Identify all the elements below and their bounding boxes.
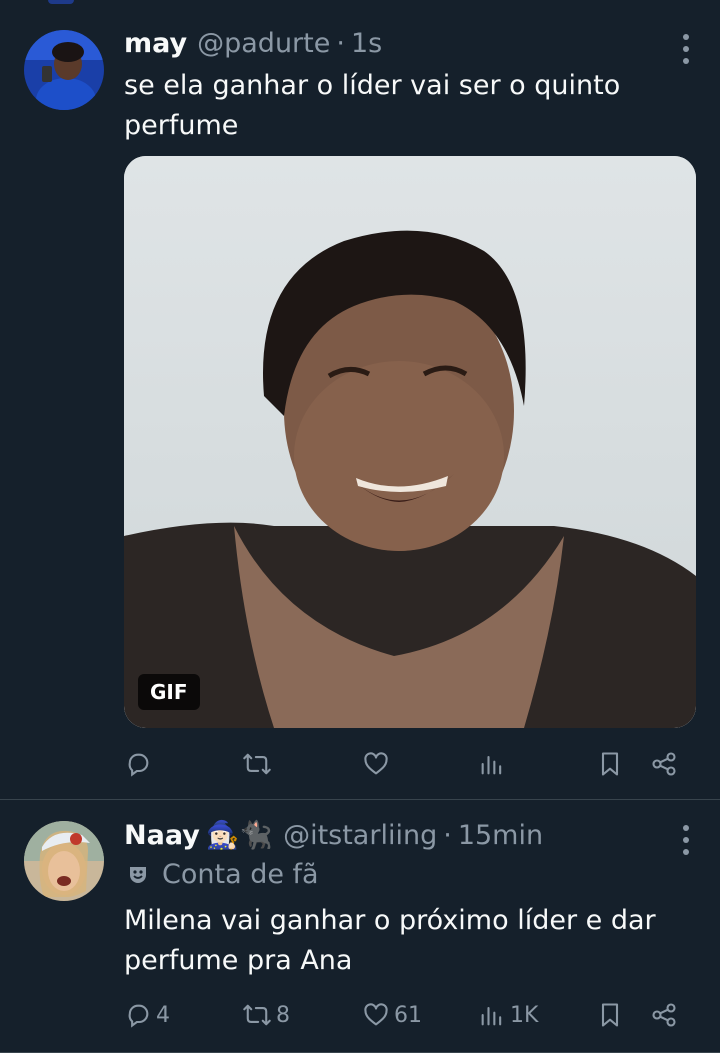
bookmark-button[interactable] <box>596 995 624 1035</box>
share-icon <box>652 1003 676 1027</box>
gif-badge: GIF <box>138 674 200 710</box>
tweet-actions: 4 8 61 1K <box>124 995 684 1035</box>
views-icon <box>481 1006 502 1026</box>
more-options-icon[interactable] <box>682 34 690 64</box>
reply-icon <box>128 1004 149 1028</box>
retweet-button[interactable] <box>242 744 276 784</box>
retweet-button[interactable]: 8 <box>242 995 290 1035</box>
bookmark-button[interactable] <box>596 744 624 784</box>
name-emojis: 🧙🏻‍♀️🐈‍⬛ <box>205 820 274 851</box>
views-button[interactable]: 1K <box>478 995 538 1035</box>
timestamp[interactable]: 1s <box>351 28 382 59</box>
heart-icon <box>364 1003 388 1026</box>
tweet-text: Milena vai ganhar o próximo líder e dar … <box>124 905 656 976</box>
retweet-icon <box>243 753 271 775</box>
like-button[interactable]: 61 <box>362 995 422 1035</box>
reply-icon <box>128 753 149 777</box>
bookmark-icon <box>601 1003 619 1027</box>
tweet-header: Naay 🧙🏻‍♀️🐈‍⬛ @itstarliing · 15min <box>124 819 543 851</box>
tweet-actions <box>124 744 684 784</box>
separator: · <box>336 28 345 59</box>
bookmark-icon <box>601 752 619 776</box>
share-button[interactable] <box>650 744 678 784</box>
timestamp[interactable]: 15min <box>458 820 543 851</box>
tweet[interactable]: may @padurte · 1s se ela ganhar o líder … <box>0 0 720 800</box>
views-button[interactable] <box>478 744 510 784</box>
tweet-text: se ela ganhar o líder vai ser o quinto p… <box>124 70 621 141</box>
avatar[interactable] <box>24 30 104 110</box>
retweet-icon <box>243 1004 271 1026</box>
share-icon <box>652 752 676 776</box>
views-icon <box>481 755 502 775</box>
retweet-count: 8 <box>276 1002 290 1028</box>
like-button[interactable] <box>362 744 394 784</box>
like-count: 61 <box>394 1002 422 1028</box>
gif-media[interactable]: GIF <box>124 156 696 728</box>
fan-account-label: Conta de fã <box>126 859 319 890</box>
more-options-icon[interactable] <box>682 825 690 855</box>
fan-account-text: Conta de fã <box>162 859 319 890</box>
reply-button[interactable] <box>124 744 156 784</box>
user-handle[interactable]: @itstarliing <box>283 820 437 851</box>
theater-mask-icon <box>130 866 146 883</box>
tweet[interactable]: Naay 🧙🏻‍♀️🐈‍⬛ @itstarliing · 15min Conta… <box>0 801 720 1053</box>
user-handle[interactable]: @padurte <box>197 28 330 59</box>
heart-icon <box>364 752 388 775</box>
display-name[interactable]: Naay <box>124 820 200 851</box>
share-button[interactable] <box>650 995 678 1035</box>
reply-button[interactable]: 4 <box>124 995 170 1035</box>
tweet-header: may @padurte · 1s <box>124 28 382 59</box>
reply-count: 4 <box>156 1002 170 1028</box>
avatar[interactable] <box>24 821 104 901</box>
display-name[interactable]: may <box>124 28 187 59</box>
separator: · <box>443 820 452 851</box>
views-count: 1K <box>510 1002 539 1028</box>
